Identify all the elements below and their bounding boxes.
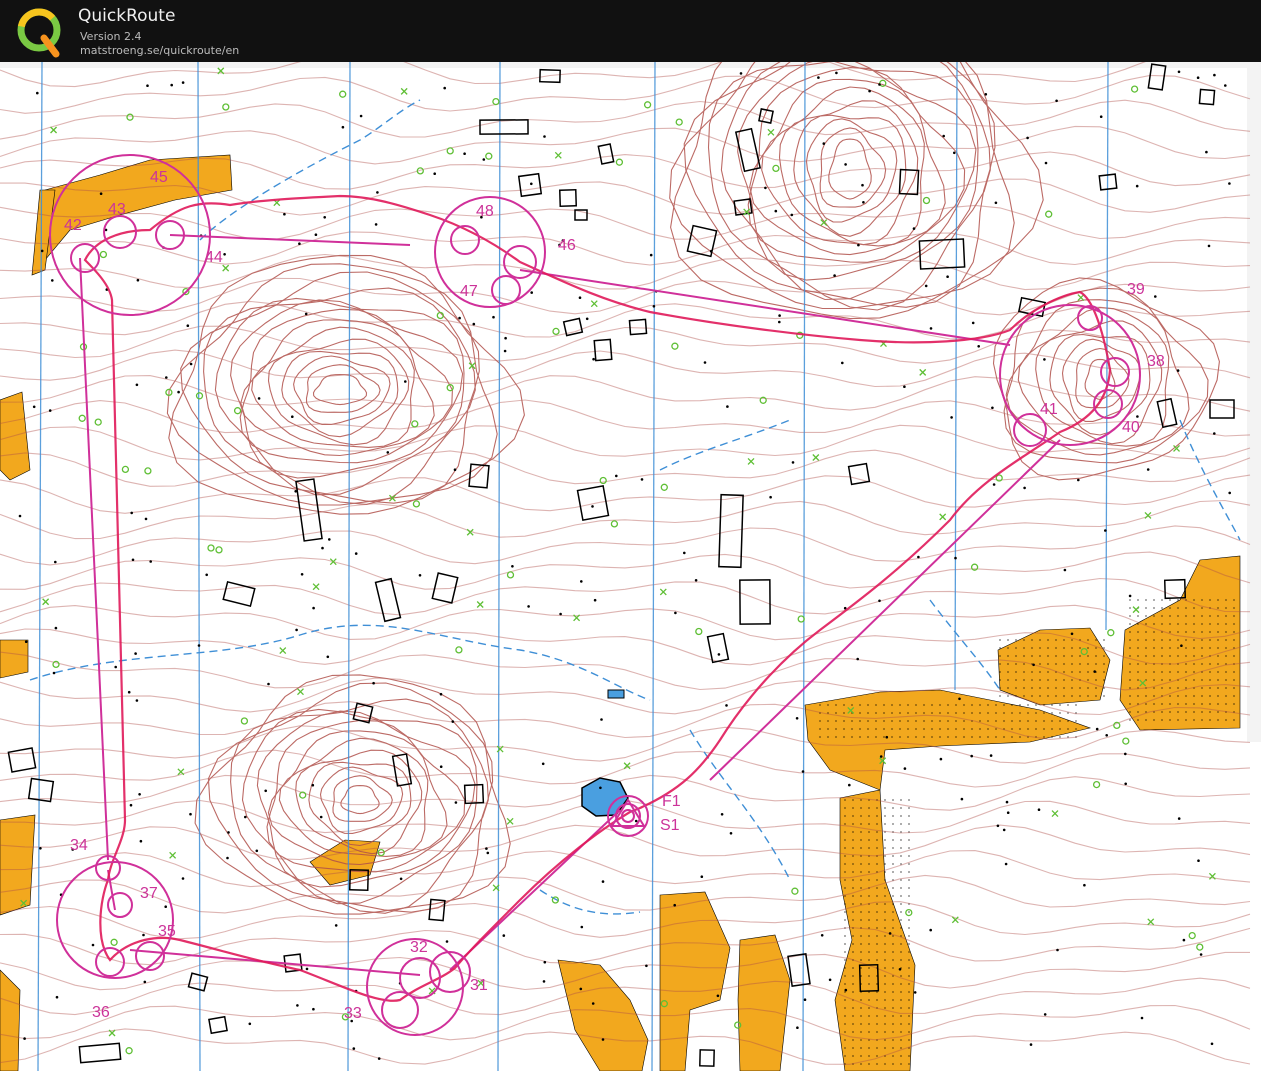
control-label-41: 41	[1040, 401, 1058, 418]
control-label-38: 38	[1147, 353, 1165, 370]
app-version: Version 2.4	[80, 30, 142, 43]
control-label-34: 34	[70, 837, 88, 854]
control-label-48: 48	[476, 203, 494, 220]
control-label-42: 42	[64, 217, 82, 234]
control-label-35: 35	[158, 923, 176, 940]
orienteering-map[interactable]: S1 31 32 33 34 35 36 37 38 39 40 41 42 4…	[0, 62, 1261, 1071]
quickroute-logo-icon	[17, 8, 61, 58]
app-url: matstroeng.se/quickroute/en	[80, 44, 240, 57]
control-label-40: 40	[1122, 419, 1140, 436]
control-label-37: 37	[140, 885, 158, 902]
small-pond	[607, 689, 625, 699]
app-title: QuickRoute	[78, 6, 176, 26]
control-label-45: 45	[150, 169, 168, 186]
control-label-47: 47	[460, 283, 478, 300]
control-label-39: 39	[1127, 281, 1145, 298]
control-label-S1: S1	[660, 817, 680, 834]
control-label-46: 46	[558, 237, 576, 254]
control-label-43: 43	[108, 201, 126, 218]
control-label-32: 32	[410, 939, 428, 956]
title-bar: QuickRoute Version 2.4 matstroeng.se/qui…	[0, 0, 1261, 62]
control-label-33: 33	[344, 1005, 362, 1022]
control-label-44: 44	[205, 249, 223, 266]
control-label-F1: F1	[662, 793, 681, 810]
control-label-36: 36	[92, 1004, 110, 1021]
map-paper	[0, 62, 1261, 1071]
map-canvas[interactable]: S1 31 32 33 34 35 36 37 38 39 40 41 42 4…	[0, 62, 1261, 1071]
control-label-31: 31	[470, 977, 488, 994]
